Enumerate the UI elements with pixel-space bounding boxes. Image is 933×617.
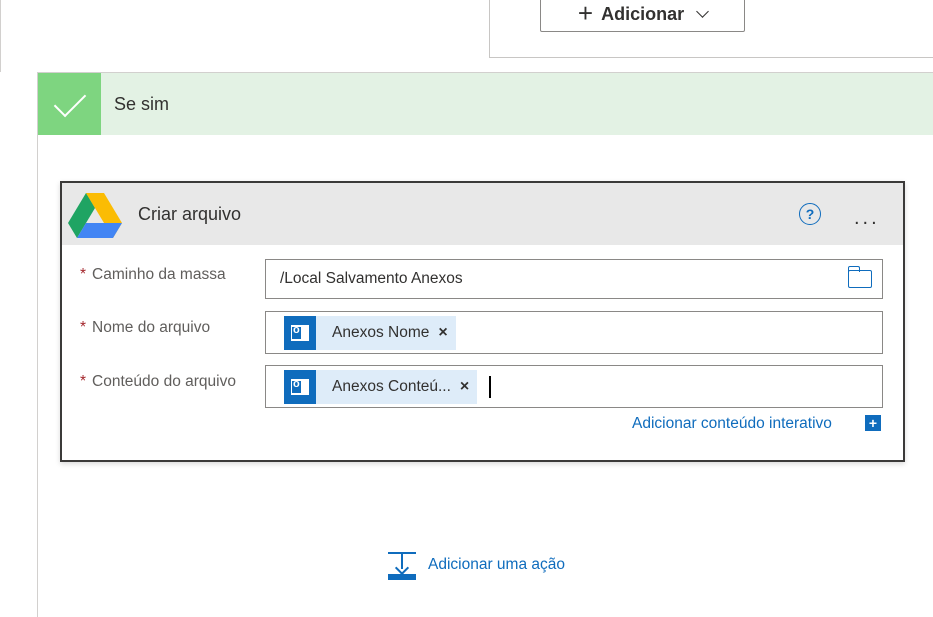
outlook-icon — [284, 315, 316, 350]
add-button-label: Adicionar — [601, 3, 685, 24]
path-field-value: /Local Salvamento Anexos — [280, 270, 463, 287]
outlook-icon — [284, 369, 316, 404]
content-token-text: Anexos Conteú... — [332, 377, 451, 395]
chevron-down-icon — [696, 4, 709, 18]
name-label-text: Nome do arquivo — [92, 319, 211, 336]
action-card-header[interactable]: Criar arquivo ? ... — [62, 183, 903, 245]
checkmark-icon — [38, 73, 101, 135]
content-label-text: Conteúdo do arquivo — [92, 373, 236, 390]
add-action-button[interactable]: Adicionar uma ação — [388, 550, 565, 580]
more-icon[interactable]: ... — [854, 208, 880, 228]
add-button[interactable]: + Adicionar — [540, 0, 745, 32]
add-action-icon — [388, 550, 416, 580]
required-marker: * — [80, 266, 87, 283]
left-connector-line — [0, 0, 1, 72]
branch-title: Se sim — [114, 93, 170, 114]
file-name-field[interactable]: Anexos Nome × — [265, 311, 883, 354]
file-content-field[interactable]: Anexos Conteú... × — [265, 365, 883, 408]
path-label-text: Caminho da massa — [92, 266, 226, 283]
remove-token-icon[interactable]: × — [438, 324, 447, 342]
content-token[interactable]: Anexos Conteú... × — [284, 369, 478, 404]
add-dynamic-content-icon[interactable]: + — [865, 415, 881, 431]
remove-token-icon[interactable]: × — [460, 378, 469, 396]
required-marker: * — [80, 373, 87, 390]
required-marker: * — [80, 319, 87, 336]
content-field-label: * Conteúdo do arquivo — [80, 373, 236, 391]
add-action-label: Adicionar uma ação — [428, 556, 565, 573]
text-caret — [489, 375, 491, 398]
name-token[interactable]: Anexos Nome × — [284, 315, 456, 350]
google-drive-icon — [68, 193, 122, 238]
path-field[interactable]: /Local Salvamento Anexos — [265, 259, 883, 299]
name-field-label: * Nome do arquivo — [80, 319, 210, 337]
help-icon[interactable]: ? — [799, 203, 821, 225]
path-field-label: * Caminho da massa — [80, 266, 226, 284]
plus-icon: + — [577, 0, 594, 28]
create-file-action-card: Criar arquivo ? ... * Caminho da massa /L… — [60, 181, 905, 462]
action-title: Criar arquivo — [138, 204, 242, 224]
add-dynamic-content-link[interactable]: Adicionar conteúdo interativo — [632, 415, 832, 433]
branch-header[interactable]: Se sim — [38, 73, 933, 135]
name-token-text: Anexos Nome — [332, 323, 430, 341]
folder-icon[interactable] — [847, 266, 872, 288]
